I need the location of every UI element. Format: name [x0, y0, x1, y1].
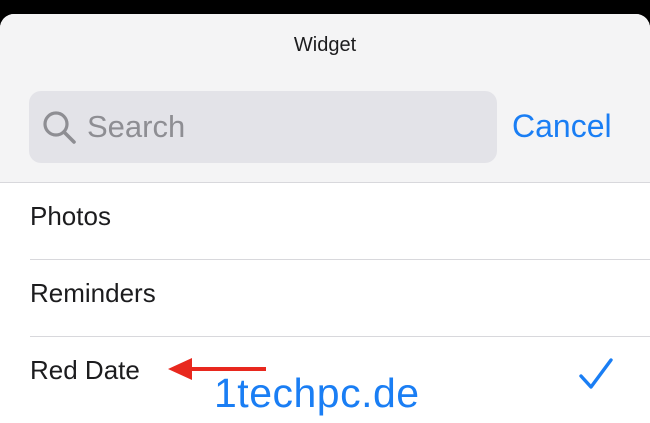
widget-picker-sheet: Widget Cancel Photos Reminders Red Date: [0, 14, 650, 423]
list-item-photos[interactable]: Photos: [0, 183, 650, 260]
list-item-label: Red Date: [30, 355, 140, 385]
sheet-header: Widget Cancel: [0, 14, 650, 183]
watermark: 1techpc.de: [214, 370, 420, 416]
sheet-title: Widget: [293, 34, 357, 56]
list-item-reminders[interactable]: Reminders: [0, 260, 650, 337]
search-field[interactable]: [29, 91, 497, 163]
list-item-label: Photos: [30, 201, 111, 231]
list-item-label: Reminders: [30, 278, 156, 308]
cancel-button[interactable]: Cancel: [512, 108, 612, 145]
search-icon: [43, 111, 76, 144]
search-input[interactable]: [87, 105, 467, 149]
checkmark-icon: [579, 358, 613, 389]
